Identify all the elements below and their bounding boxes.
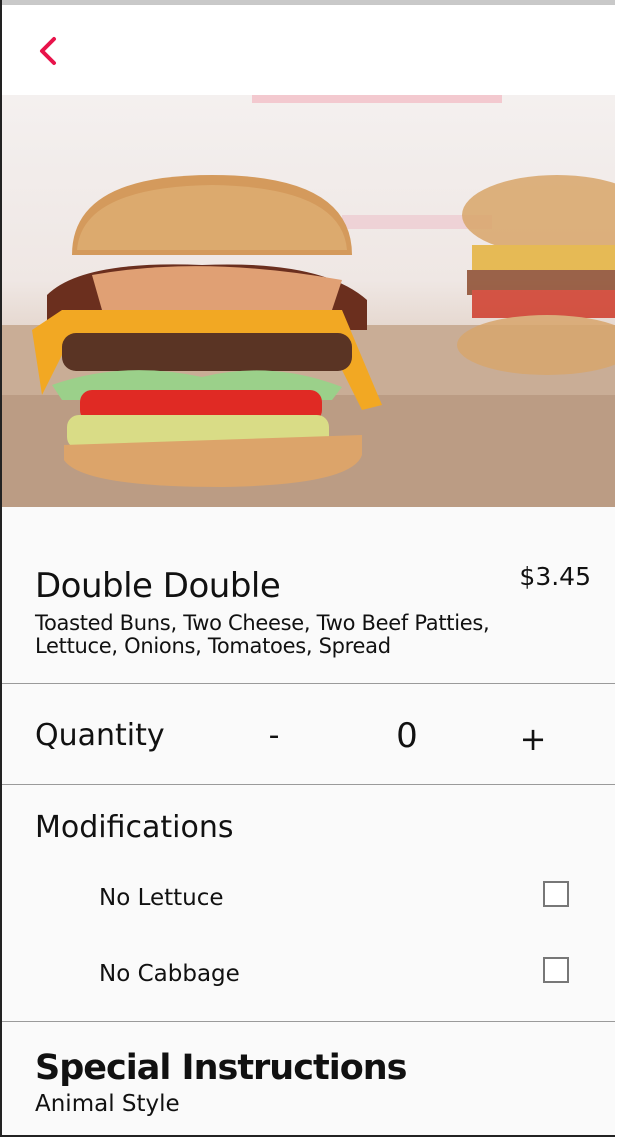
modification-option-no-cabbage[interactable]: No Cabbage	[2, 951, 615, 1001]
item-price: $3.45	[519, 562, 591, 591]
item-description: Toasted Buns, Two Cheese, Two Beef Patti…	[35, 611, 490, 658]
navigation-bar	[2, 5, 615, 96]
burger-photo	[2, 95, 615, 507]
special-instructions-title: Special Instructions	[35, 1048, 407, 1088]
back-button[interactable]	[32, 31, 68, 71]
divider	[2, 683, 615, 684]
quantity-label: Quantity	[35, 718, 165, 753]
modification-label: No Cabbage	[99, 961, 240, 987]
special-instructions-input[interactable]: Animal Style	[35, 1091, 180, 1117]
modification-label: No Lettuce	[99, 885, 224, 911]
divider	[2, 784, 615, 785]
quantity-value: 0	[396, 716, 418, 756]
chevron-left-icon	[40, 37, 56, 65]
item-name: Double Double	[35, 566, 281, 606]
no-lettuce-checkbox[interactable]	[543, 881, 569, 907]
app-screen: Double Double $3.45 Toasted Buns, Two Ch…	[0, 0, 615, 1137]
modifications-label: Modifications	[35, 810, 234, 845]
increase-quantity-button[interactable]: +	[518, 720, 548, 758]
decrease-quantity-button[interactable]: -	[264, 718, 284, 753]
no-cabbage-checkbox[interactable]	[543, 957, 569, 983]
divider	[2, 1021, 615, 1022]
modification-option-no-lettuce[interactable]: No Lettuce	[2, 875, 615, 925]
